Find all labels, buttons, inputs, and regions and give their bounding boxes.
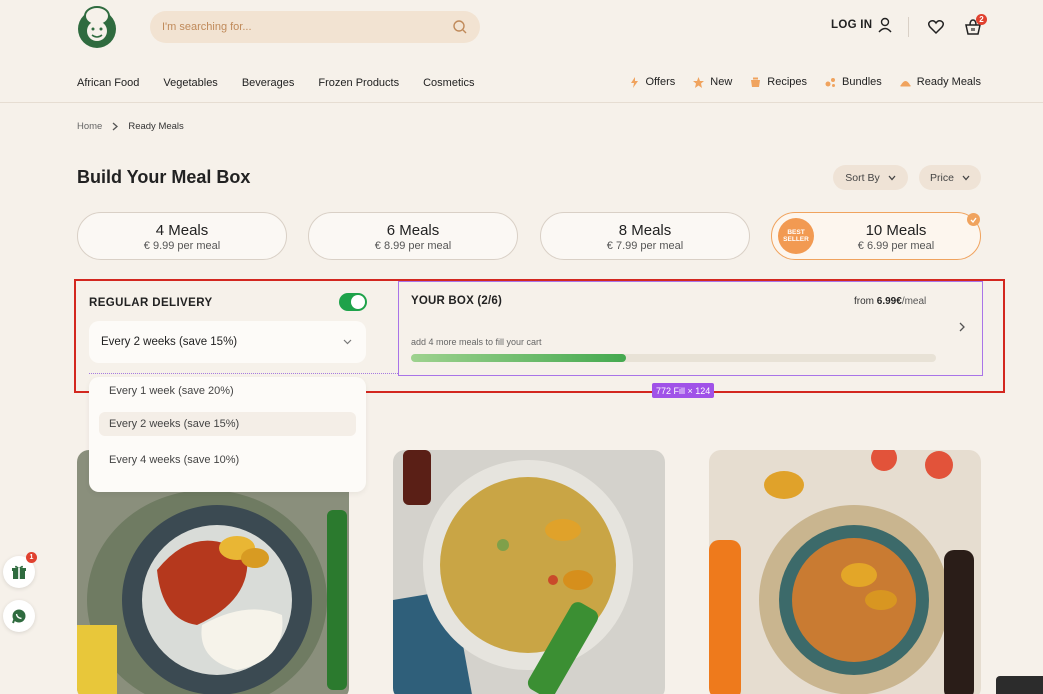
sort-by-dropdown[interactable]: Sort By <box>833 165 908 190</box>
meal-card-fried-rice[interactable] <box>393 450 665 694</box>
login-button[interactable]: LOG IN <box>831 17 892 33</box>
bolt-icon <box>630 76 638 88</box>
price-filter-label: Price <box>930 171 954 184</box>
plan-option-4-meals[interactable]: 4 Meals € 9.99 per meal <box>77 212 287 260</box>
selected-check-icon <box>967 213 980 226</box>
nav-label-ready-meals: Ready Meals <box>916 76 981 88</box>
chevron-right-icon <box>112 122 119 131</box>
brand-logo[interactable] <box>76 4 118 50</box>
plan-price: € 6.99 per meal <box>857 240 935 252</box>
nav-item-african-food[interactable]: African Food <box>77 77 139 89</box>
nav-item-beverages[interactable]: Beverages <box>242 77 295 89</box>
user-icon <box>878 17 892 33</box>
category-nav: African Food Vegetables Beverages Frozen… <box>77 77 474 89</box>
gift-count-badge: 1 <box>26 552 37 563</box>
meal-image-jollof-rice <box>709 450 981 694</box>
nav-label-new: New <box>710 76 733 88</box>
delivery-option-4-weeks[interactable]: Every 4 weeks (save 10%) <box>99 448 356 472</box>
breadcrumb-current: Ready Meals <box>128 121 184 132</box>
nav-item-vegetables[interactable]: Vegetables <box>163 77 217 89</box>
page-title: Build Your Meal Box <box>77 167 251 187</box>
best-seller-badge: BEST SELLER <box>778 218 814 254</box>
header-divider-line <box>0 102 1043 103</box>
design-dimension-tag: 772 Fill × 124 <box>652 383 715 398</box>
plan-option-8-meals[interactable]: 8 Meals € 7.99 per meal <box>540 212 750 260</box>
delivery-option-2-weeks[interactable]: Every 2 weeks (save 15%) <box>99 412 356 436</box>
sort-by-label: Sort By <box>845 171 880 184</box>
plan-price: € 9.99 per meal <box>143 240 221 252</box>
nav-item-recipes[interactable]: Recipes <box>750 76 807 88</box>
pot-icon <box>751 77 761 87</box>
nav-label-bundles: Bundles <box>842 76 882 88</box>
nav-label-offers: Offers <box>645 76 676 88</box>
header-divider <box>908 17 909 37</box>
whatsapp-icon <box>12 609 26 624</box>
nav-item-new[interactable]: New <box>693 76 732 88</box>
best-seller-line2: SELLER <box>783 236 809 243</box>
breadcrumb-home[interactable]: Home <box>77 121 102 132</box>
star-icon <box>693 76 705 88</box>
highlight-frame <box>74 279 1005 393</box>
nav-label-recipes: Recipes <box>767 76 808 88</box>
login-label: LOG IN <box>831 19 873 31</box>
whatsapp-button[interactable] <box>3 600 35 632</box>
plan-option-6-meals[interactable]: 6 Meals € 8.99 per meal <box>308 212 518 260</box>
feature-nav: Offers New Recipes Bundles Ready Meals <box>629 76 981 88</box>
overlay-corner <box>996 676 1043 694</box>
nav-item-bundles[interactable]: Bundles <box>825 76 882 88</box>
best-seller-line1: BEST <box>787 228 805 236</box>
plan-title: 4 Meals <box>155 222 209 239</box>
price-filter-dropdown[interactable]: Price <box>919 165 981 190</box>
plan-title: 6 Meals <box>386 222 440 239</box>
search-icon[interactable] <box>452 19 468 35</box>
chevron-down-icon <box>888 175 896 180</box>
plan-price: € 7.99 per meal <box>606 240 684 252</box>
delivery-option-1-week[interactable]: Every 1 week (save 20%) <box>99 382 356 400</box>
nav-item-cosmetics[interactable]: Cosmetics <box>423 77 474 89</box>
gift-icon <box>12 565 26 579</box>
meal-card-jollof-rice[interactable] <box>709 450 981 694</box>
chevron-down-icon <box>962 175 970 180</box>
plan-title: 8 Meals <box>618 222 672 239</box>
search-input[interactable] <box>162 21 452 33</box>
delivery-frequency-options: Every 1 week (save 20%) Every 2 weeks (s… <box>89 377 366 492</box>
breadcrumb: Home Ready Meals <box>77 121 184 132</box>
nav-item-offers[interactable]: Offers <box>629 76 676 88</box>
nav-item-frozen-products[interactable]: Frozen Products <box>318 77 399 89</box>
meal-image-fried-rice <box>393 450 665 694</box>
heart-icon[interactable] <box>927 18 945 36</box>
cart-count-badge: 2 <box>976 14 987 25</box>
plan-option-10-meals[interactable]: BEST SELLER 10 Meals € 6.99 per meal <box>771 212 981 260</box>
dish-icon <box>900 80 911 86</box>
nav-item-ready-meals[interactable]: Ready Meals <box>900 76 981 88</box>
plan-price: € 8.99 per meal <box>374 240 452 252</box>
bundle-icon <box>825 77 836 87</box>
plan-title: 10 Meals <box>865 222 927 239</box>
search-bar[interactable] <box>150 11 480 43</box>
